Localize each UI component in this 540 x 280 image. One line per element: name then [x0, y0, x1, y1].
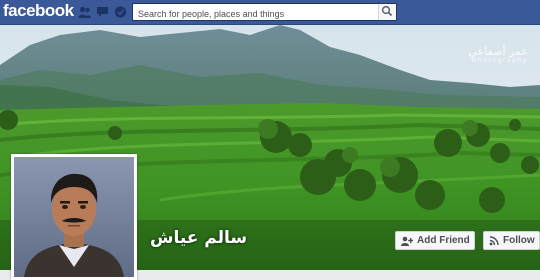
messages-icon[interactable] [96, 6, 109, 18]
follow-button[interactable]: Follow [483, 231, 540, 250]
avatar [14, 157, 134, 277]
profile-name[interactable]: سالم عياش [150, 228, 247, 248]
profile-picture[interactable] [11, 154, 137, 280]
follow-label: Follow [503, 235, 535, 246]
top-navigation-bar: facebook [0, 0, 540, 25]
notifications-icon[interactable] [114, 6, 127, 18]
search-input[interactable] [133, 6, 378, 22]
watermark-title: عمر أصفاعي [468, 45, 528, 58]
add-friend-button[interactable]: Add Friend [395, 231, 475, 250]
photographer-watermark: عمر أصفاعي Photography [468, 45, 528, 64]
rss-follow-icon [489, 235, 499, 245]
watermark-subtitle: Photography [471, 58, 528, 64]
search-button[interactable] [378, 4, 396, 20]
add-friend-label: Add Friend [417, 235, 470, 246]
search-box [132, 3, 397, 22]
facebook-logo[interactable]: facebook [3, 1, 74, 21]
search-icon [381, 5, 393, 17]
friend-requests-icon[interactable] [78, 6, 91, 18]
add-friend-icon [401, 236, 413, 246]
